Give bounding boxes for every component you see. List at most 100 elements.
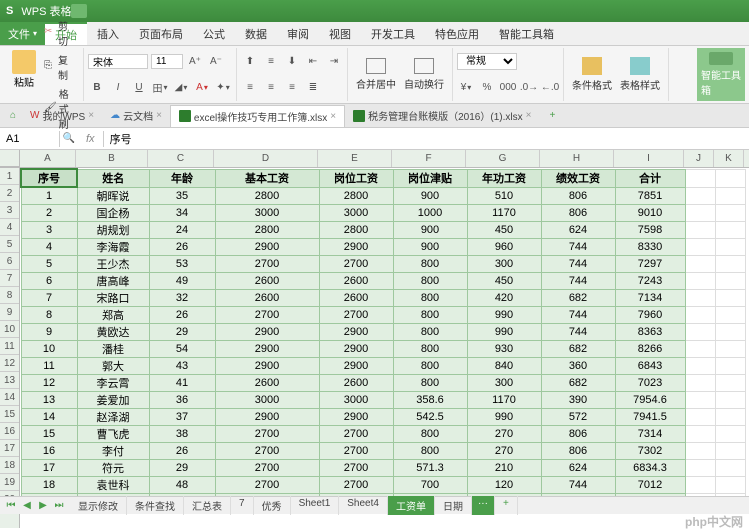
close-icon[interactable]: × <box>156 110 162 121</box>
name-box[interactable]: A1 <box>0 131 60 147</box>
data-cell[interactable]: 900 <box>393 238 467 255</box>
data-cell[interactable]: 390 <box>541 391 615 408</box>
justify-icon[interactable]: ≣ <box>304 78 322 96</box>
add-sheet-button[interactable]: + <box>495 496 518 515</box>
data-cell[interactable]: 2700 <box>215 425 319 442</box>
data-cell[interactable]: 3 <box>21 221 77 238</box>
data-cell[interactable]: 8363 <box>615 323 685 340</box>
data-cell[interactable]: 806 <box>541 187 615 204</box>
data-cell[interactable]: 9 <box>21 323 77 340</box>
row-header-3[interactable]: 3 <box>0 202 19 219</box>
data-cell[interactable]: 2600 <box>319 289 393 306</box>
data-cell[interactable]: 800 <box>393 374 467 391</box>
close-icon[interactable]: × <box>526 110 532 121</box>
row-header-17[interactable]: 17 <box>0 440 19 457</box>
data-cell[interactable]: 572 <box>541 408 615 425</box>
empty-cell[interactable] <box>685 306 715 323</box>
sheet-tab-1[interactable]: 条件查找 <box>127 496 184 515</box>
data-cell[interactable]: 744 <box>541 255 615 272</box>
data-cell[interactable]: 黄欧达 <box>77 323 149 340</box>
data-cell[interactable]: 1170 <box>467 391 541 408</box>
data-cell[interactable]: 2700 <box>215 476 319 493</box>
data-cell[interactable]: 806 <box>541 204 615 221</box>
empty-cell[interactable] <box>715 204 745 221</box>
align-left-icon[interactable]: ≡ <box>241 78 259 96</box>
file-menu[interactable]: 文件 ▾ <box>0 22 45 45</box>
data-cell[interactable]: 2 <box>21 204 77 221</box>
data-cell[interactable]: 2600 <box>215 272 319 289</box>
data-cell[interactable]: 2600 <box>319 272 393 289</box>
header-cell[interactable]: 序号 <box>21 169 77 187</box>
header-cell[interactable]: 年龄 <box>149 169 215 187</box>
doc-tab-2[interactable]: excel操作技巧专用工作簿.xlsx× <box>170 105 345 127</box>
data-cell[interactable]: 10 <box>21 340 77 357</box>
row-header-14[interactable]: 14 <box>0 389 19 406</box>
data-cell[interactable]: 3000 <box>319 391 393 408</box>
row-header-11[interactable]: 11 <box>0 338 19 355</box>
doc-tab-3[interactable]: 税务管理台账模版（2016）(1).xlsx× <box>345 105 539 127</box>
data-cell[interactable]: 990 <box>467 408 541 425</box>
smart-tools-button[interactable]: 智能工具箱 <box>697 48 745 101</box>
data-cell[interactable]: 682 <box>541 374 615 391</box>
data-cell[interactable]: 李云霄 <box>77 374 149 391</box>
close-icon[interactable]: × <box>330 111 336 122</box>
col-header-I[interactable]: I <box>614 150 684 167</box>
empty-cell[interactable] <box>715 442 745 459</box>
data-cell[interactable]: 806 <box>541 425 615 442</box>
data-cell[interactable]: 朝晖说 <box>77 187 149 204</box>
empty-cell[interactable] <box>685 187 715 204</box>
row-header-4[interactable]: 4 <box>0 219 19 236</box>
empty-cell[interactable] <box>685 323 715 340</box>
empty-cell[interactable] <box>715 221 745 238</box>
data-cell[interactable]: 8 <box>21 306 77 323</box>
empty-cell[interactable] <box>715 323 745 340</box>
data-cell[interactable]: 7960 <box>615 306 685 323</box>
data-cell[interactable]: 2900 <box>319 340 393 357</box>
data-cell[interactable]: 5 <box>21 255 77 272</box>
data-cell[interactable]: 王少杰 <box>77 255 149 272</box>
data-cell[interactable]: 6834.3 <box>615 459 685 476</box>
data-cell[interactable]: 16 <box>21 442 77 459</box>
percent-icon[interactable]: % <box>478 78 496 96</box>
data-cell[interactable]: 赵泽湖 <box>77 408 149 425</box>
empty-cell[interactable] <box>715 459 745 476</box>
empty-cell[interactable] <box>685 391 715 408</box>
data-cell[interactable]: 800 <box>393 323 467 340</box>
data-cell[interactable]: 800 <box>393 289 467 306</box>
data-cell[interactable]: 13 <box>21 391 77 408</box>
data-cell[interactable]: 9010 <box>615 204 685 221</box>
home-icon[interactable]: ⌂ <box>4 107 22 125</box>
header-cell[interactable]: 年功工资 <box>467 169 541 187</box>
data-cell[interactable]: 7851 <box>615 187 685 204</box>
empty-cell[interactable] <box>685 289 715 306</box>
col-header-G[interactable]: G <box>466 150 540 167</box>
currency-icon[interactable]: ¥ <box>457 78 475 96</box>
cut-button[interactable]: ✂剪切 <box>40 16 79 50</box>
align-middle-icon[interactable]: ≡ <box>262 52 280 70</box>
sheet-tab-8[interactable]: 日期 <box>435 496 472 515</box>
empty-cell[interactable] <box>715 169 745 187</box>
col-header-H[interactable]: H <box>540 150 614 167</box>
merge-center-button[interactable]: 合并居中 <box>352 56 400 93</box>
data-cell[interactable]: 900 <box>393 221 467 238</box>
data-cell[interactable]: 12 <box>21 374 77 391</box>
data-cell[interactable]: 2600 <box>215 374 319 391</box>
data-cell[interactable]: 7302 <box>615 442 685 459</box>
row-header-2[interactable]: 2 <box>0 185 19 202</box>
decrease-font-icon[interactable]: A⁻ <box>207 52 225 70</box>
data-cell[interactable]: 2700 <box>215 442 319 459</box>
data-cell[interactable]: 2700 <box>319 255 393 272</box>
menu-tab-7[interactable]: 开发工具 <box>361 22 425 45</box>
data-cell[interactable]: 682 <box>541 340 615 357</box>
data-cell[interactable]: 7598 <box>615 221 685 238</box>
menu-tab-9[interactable]: 智能工具箱 <box>489 22 564 45</box>
empty-cell[interactable] <box>715 238 745 255</box>
doc-tab-0[interactable]: W我的WPS× <box>22 105 102 127</box>
data-cell[interactable]: 26 <box>149 238 215 255</box>
data-cell[interactable]: 49 <box>149 272 215 289</box>
data-table[interactable]: 序号姓名年龄基本工资岗位工资岗位津贴年功工资绩效工资合计1朝晖说35280028… <box>20 168 746 511</box>
data-cell[interactable]: 2900 <box>215 238 319 255</box>
data-cell[interactable]: 2900 <box>215 323 319 340</box>
row-header-10[interactable]: 10 <box>0 321 19 338</box>
data-cell[interactable]: 7297 <box>615 255 685 272</box>
